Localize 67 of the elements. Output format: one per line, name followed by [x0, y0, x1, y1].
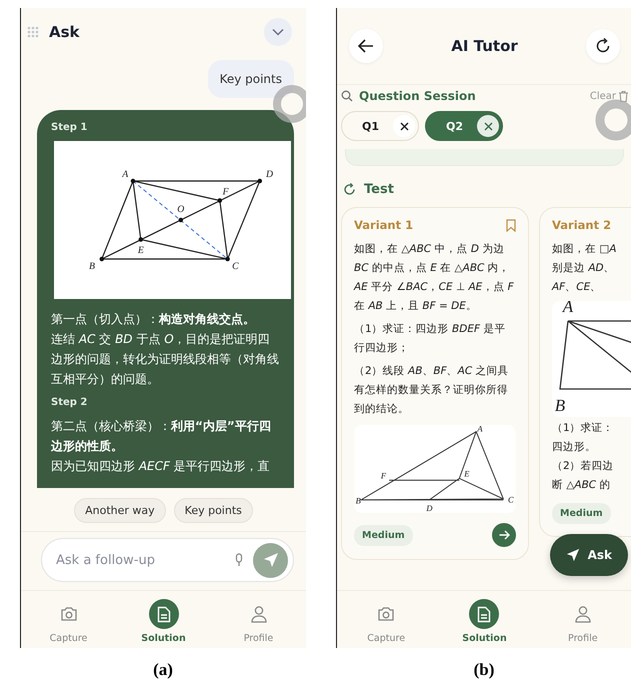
screen-title: AI Tutor — [450, 37, 519, 55]
nav-tab[interactable]: Capture — [36, 599, 100, 644]
question-tab[interactable]: Q2 — [425, 111, 504, 141]
geometry-figure: A D F O E B C — [51, 141, 294, 299]
touch-ring-icon — [594, 98, 631, 142]
document-icon — [156, 606, 170, 622]
problem-text: 如图，在 □A — [552, 242, 618, 257]
refresh-button[interactable] — [586, 29, 620, 63]
chevron-down-icon — [272, 28, 284, 36]
step-label: Step 2 — [51, 397, 88, 408]
person-icon — [574, 605, 592, 623]
problem-text: （1）求证：四边形 BDEF 是平行四边形； — [354, 322, 506, 356]
problem-text: 断 △ABC 的 — [552, 478, 612, 493]
section-title: Test — [364, 182, 394, 197]
difficulty-tag: Medium — [552, 503, 611, 524]
refresh-icon — [343, 183, 356, 196]
open-button[interactable] — [492, 523, 516, 547]
screen-title: Ask — [49, 23, 80, 41]
send-icon — [262, 552, 278, 568]
camera-icon — [60, 606, 78, 622]
message-input-bar[interactable]: Ask a follow-up — [41, 538, 294, 582]
grid-dots-icon — [27, 26, 39, 38]
nav-tab[interactable]: Profile — [550, 599, 615, 644]
arrow-right-icon — [498, 530, 510, 540]
geometry-figure: A B — [552, 301, 631, 417]
ask-button[interactable]: Ask — [550, 534, 628, 576]
difficulty-tag: Medium — [354, 524, 413, 546]
figure-caption: (a) — [152, 659, 174, 680]
back-button[interactable] — [349, 29, 383, 63]
variant-title: Variant 2 — [552, 218, 612, 232]
section-title: Question Session — [359, 89, 476, 103]
step-text: 因为已知四边形 AECF 是平行四边形，直 — [51, 458, 271, 475]
problem-text: 如图，在 △ABC 中，点 D 为边 BC 的中点，点 E 在 △ABC 内，AE 平分 ∠BAC，CE ⊥ AE，点 F 在 AB 上，且 BF = DE。 — [354, 242, 515, 314]
question-tab[interactable]: Q1 — [341, 111, 420, 141]
back-arrow-icon — [358, 39, 374, 53]
microphone-icon[interactable] — [235, 553, 243, 567]
nav-tab[interactable]: Solution — [132, 599, 196, 644]
geometry-figure: A F E B D C — [354, 425, 516, 513]
suggestion-chip[interactable]: Key points — [174, 498, 253, 523]
touch-ring-icon — [272, 84, 306, 124]
nav-tab[interactable]: Solution — [452, 599, 516, 644]
step-text: 连结 AC 交 BD 于点 O，目的是把证明四边形的问题，转化为证明线段相等（对角线互相平分）的问题。 — [51, 331, 280, 388]
step-text: 第二点（核心桥梁）：利用“内层”平行四边形的性质。 — [51, 418, 272, 455]
camera-icon — [377, 606, 396, 622]
follow-up-field[interactable]: Ask a follow-up — [54, 552, 225, 568]
problem-text: 四边形。 — [552, 440, 597, 455]
bookmark-icon[interactable] — [506, 218, 516, 232]
search-icon — [341, 90, 353, 102]
document-icon — [477, 606, 492, 622]
problem-text: （2）线段 AB、BF、AC 之间具有怎样的数量关系？证明你所得到的结论。 — [354, 364, 510, 417]
user-message: Key points — [208, 60, 294, 98]
refresh-icon — [595, 38, 611, 54]
suggestion-chip[interactable]: Another way — [74, 498, 166, 523]
step-label: Step 1 — [51, 122, 88, 133]
problem-text: 别是边 AD、 — [552, 261, 616, 276]
nav-tab[interactable]: Profile — [226, 599, 290, 644]
close-icon[interactable] — [400, 122, 409, 130]
nav-tab[interactable]: Capture — [354, 599, 418, 644]
figure-caption: (b) — [472, 659, 496, 680]
problem-text: （1）求证： — [552, 421, 615, 436]
variant-title: Variant 1 — [354, 218, 414, 232]
problem-text: （2）若四边 — [552, 459, 615, 474]
trash-icon — [619, 90, 628, 102]
problem-text: AF、CE、 — [552, 280, 602, 295]
step-text: 第一点（切入点）：构造对角线交点。 — [51, 311, 256, 328]
person-icon — [250, 605, 268, 623]
send-icon — [566, 548, 580, 562]
